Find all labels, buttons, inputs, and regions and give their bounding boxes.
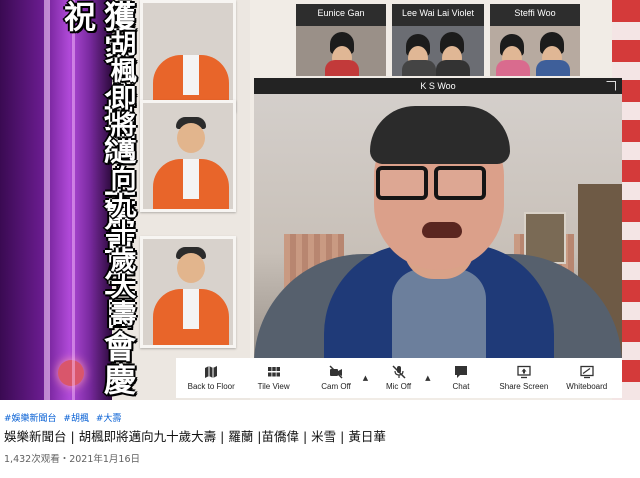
main-speaker-window[interactable]: K S Woo <box>254 78 622 358</box>
meeting-toolbar: Back to Floor Tile View Cam Off ▲ Mic Of… <box>176 358 622 398</box>
share-screen-button[interactable]: Share Screen <box>499 358 548 398</box>
toolbar-label: Chat <box>452 382 470 391</box>
hashtag-list: #娛樂新聞台 #胡楓 #大壽 <box>4 411 125 424</box>
wall-photo <box>140 100 236 212</box>
overlay-caption-mid: 胡楓即將邁向九十歲大壽 <box>106 30 136 327</box>
back-to-floor-button[interactable]: Back to Floor <box>187 358 235 398</box>
toolbar-label: Back to Floor <box>187 382 235 391</box>
toolbar-label: Share Screen <box>499 382 549 391</box>
participant-tile[interactable]: Eunice Gan <box>296 4 386 76</box>
toolbar-label: Whiteboard <box>566 382 608 391</box>
hashtag-link[interactable]: #娛樂新聞台 <box>4 414 57 424</box>
participant-name: Steffi Woo <box>514 8 556 18</box>
speaker-name: K S Woo <box>420 81 456 91</box>
toolbar-label: Mic Off <box>385 382 412 391</box>
caret-up-icon[interactable]: ▲ <box>363 374 368 382</box>
participant-name: Lee Wai Lai Violet <box>401 8 475 18</box>
speaker-video <box>254 94 622 358</box>
toolbar-label: Cam Off <box>321 382 351 391</box>
view-count-date: 1,432次观看・2021年1月16日 <box>4 454 141 465</box>
whiteboard-icon <box>580 365 594 379</box>
share-screen-icon <box>517 365 531 379</box>
participant-tile[interactable]: Lee Wai Lai Violet <box>392 4 484 76</box>
toolbar-label: Tile View <box>257 382 290 391</box>
participant-name: Eunice Gan <box>317 8 365 18</box>
map-icon <box>205 366 218 378</box>
hashtag-link[interactable]: #大壽 <box>96 414 122 424</box>
cam-off-button[interactable]: Cam Off ▲ <box>312 358 368 398</box>
expand-icon[interactable] <box>606 81 616 91</box>
caret-up-icon[interactable]: ▲ <box>425 374 430 382</box>
participant-tile[interactable]: Steffi Woo <box>490 4 580 76</box>
video-title: 娛樂新聞台 | 胡楓即將邁向九十歲大壽 | 羅蘭 |苗僑偉 | 米雪 | 黃日華 <box>4 429 386 444</box>
video-player[interactable]: 獲家人搞網上驚喜生日會慶祝 胡楓即將邁向九十歲大壽 Eunice Gan Lee… <box>0 0 640 400</box>
grid-icon <box>267 367 280 377</box>
whiteboard-button[interactable]: Whiteboard <box>563 358 611 398</box>
wall-photo <box>140 236 236 348</box>
chat-icon <box>454 366 467 378</box>
mic-off-icon <box>392 365 406 379</box>
chat-button[interactable]: Chat <box>437 358 485 398</box>
speaker-name-bar: K S Woo <box>254 78 622 94</box>
camera-off-icon <box>329 365 343 379</box>
mic-off-button[interactable]: Mic Off ▲ <box>375 358 431 398</box>
hashtag-link[interactable]: #胡楓 <box>63 414 89 424</box>
participant-strip: Eunice Gan Lee Wai Lai Violet Steffi Woo <box>296 4 580 76</box>
tile-view-button[interactable]: Tile View <box>250 358 298 398</box>
wall-photo <box>140 0 236 112</box>
